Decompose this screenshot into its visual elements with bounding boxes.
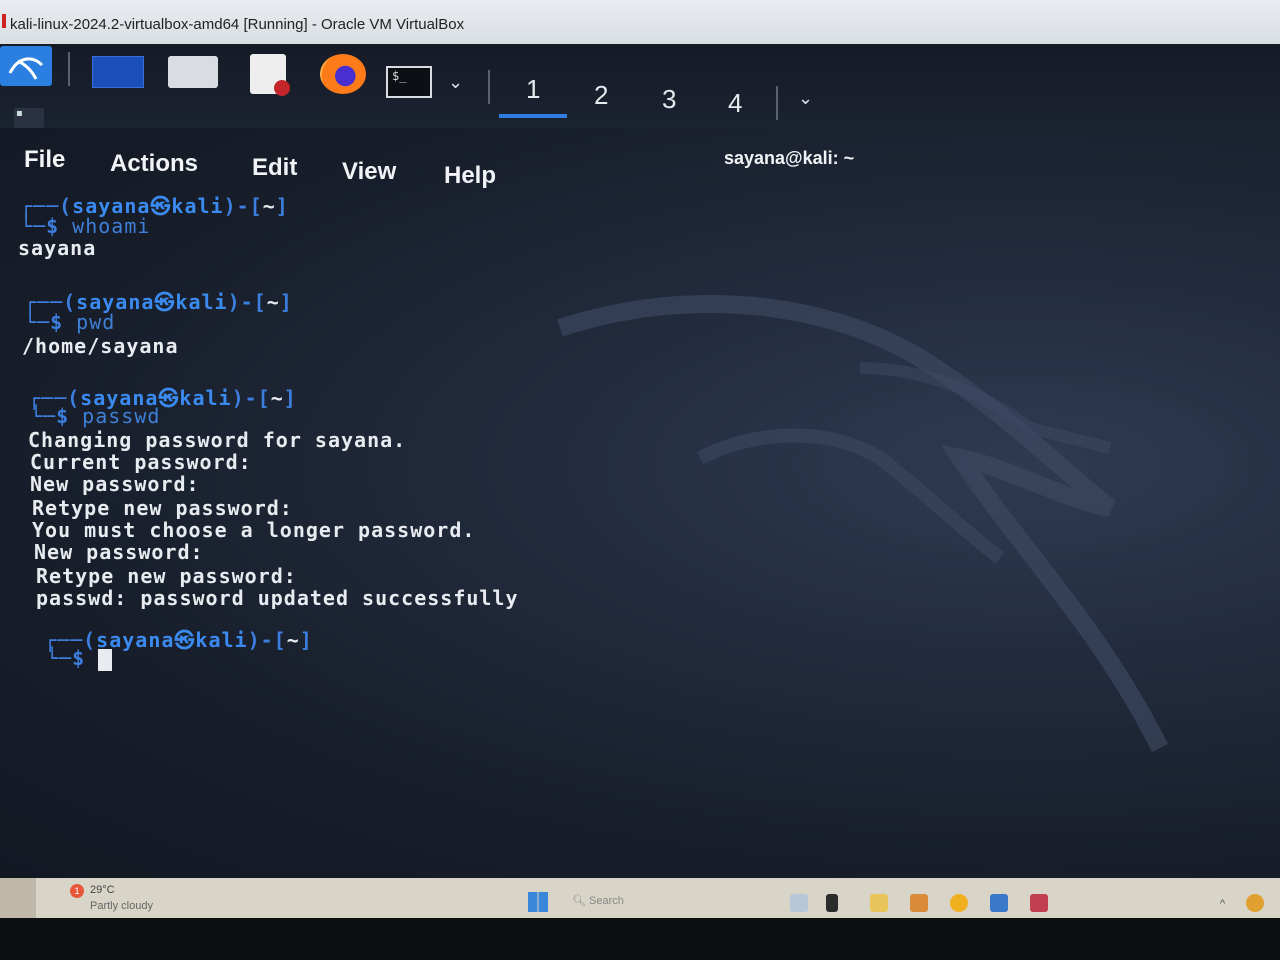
menu-file[interactable]: File <box>24 146 65 174</box>
taskbar-app-icon[interactable] <box>910 894 928 912</box>
command-text: pwd <box>76 310 116 334</box>
screen-bezel <box>0 878 36 918</box>
output-line: You must choose a longer password. <box>32 518 476 542</box>
workspace-1[interactable]: 1 <box>526 74 540 105</box>
active-workspace-indicator <box>499 114 567 118</box>
chevron-down-icon[interactable]: ⌄ <box>798 88 813 109</box>
terminal-icon[interactable]: $_ <box>386 66 432 98</box>
chevron-down-icon[interactable]: ⌄ <box>448 72 463 93</box>
screen: kali-linux-2024.2-virtualbox-amd64 [Runn… <box>0 0 1280 960</box>
output-line: passwd: password updated successfully <box>36 586 519 610</box>
text-cursor <box>98 648 113 671</box>
file-explorer-icon[interactable] <box>870 894 888 912</box>
prompt-host: kali <box>175 290 228 314</box>
prompt-host: kali <box>171 194 224 218</box>
prompt-dir: ~ <box>286 628 300 652</box>
prompt-at: ㉿ <box>174 628 196 652</box>
output-line: /home/sayana <box>22 334 179 358</box>
taskbar-app-icon[interactable] <box>1030 894 1048 912</box>
prompt-at: ㉿ <box>150 194 172 218</box>
firefox-icon[interactable] <box>320 54 366 94</box>
output-line: Retype new password: <box>32 496 293 520</box>
panel-separator <box>776 86 778 120</box>
menu-actions[interactable]: Actions <box>110 150 198 178</box>
laptop-bezel <box>0 918 1280 960</box>
panel-separator <box>488 70 490 104</box>
text-editor-icon[interactable] <box>250 54 290 96</box>
chrome-icon[interactable] <box>950 894 968 912</box>
kali-top-panel: $_ ⌄ 1 2 3 4 ⌄ ▪ <box>0 44 1280 128</box>
panel-separator <box>68 52 70 86</box>
host-taskbar: 1 29°C Partly cloudy 🔍︎ Search ^ <box>36 878 1280 918</box>
kali-menu-icon[interactable] <box>0 46 52 86</box>
command-text: whoami <box>72 214 151 238</box>
prompt-dir: ~ <box>270 386 284 410</box>
command-line: └─$ passwd <box>30 404 161 428</box>
terminal-title: sayana@kali: ~ <box>724 148 855 168</box>
window-title: kali-linux-2024.2-virtualbox-amd64 [Runn… <box>10 16 465 33</box>
output-line: sayana <box>18 236 97 260</box>
weather-badge: 1 <box>70 884 84 898</box>
chevron-up-icon[interactable]: ^ <box>1220 898 1230 910</box>
virtualbox-icon <box>2 14 6 28</box>
prompt-host: kali <box>179 386 232 410</box>
weather-temperature[interactable]: 29°C <box>90 884 115 896</box>
weather-description[interactable]: Partly cloudy <box>90 900 153 912</box>
windows-start-icon[interactable] <box>528 892 548 912</box>
command-line: └─$ pwd <box>24 310 116 334</box>
terminal-window[interactable]: File Actions Edit View Help sayana@kali:… <box>0 128 1280 878</box>
workspace-2[interactable]: 2 <box>594 80 608 111</box>
prompt-host: kali <box>195 628 248 652</box>
output-line: Changing password for sayana. <box>28 428 407 452</box>
output-line: Current password: <box>30 450 252 474</box>
taskbar-app-icon[interactable] <box>790 894 808 912</box>
output-line: New password: <box>30 472 200 496</box>
prompt-at: ㉿ <box>158 386 180 410</box>
menu-edit[interactable]: Edit <box>252 154 297 182</box>
virtualbox-title-bar: kali-linux-2024.2-virtualbox-amd64 [Runn… <box>0 0 1280 44</box>
command-text: passwd <box>82 404 161 428</box>
taskbar-search[interactable]: 🔍︎ Search <box>572 894 624 907</box>
output-line: Retype new password: <box>36 564 297 588</box>
output-line: New password: <box>34 540 204 564</box>
menu-view[interactable]: View <box>342 158 396 186</box>
files-icon[interactable] <box>168 56 218 88</box>
search-placeholder: Search <box>589 895 624 907</box>
command-line[interactable]: └─$ <box>46 646 113 671</box>
window-list-icon[interactable]: ▪ <box>14 108 44 128</box>
taskbar-app-icon[interactable] <box>826 894 838 912</box>
prompt-dir: ~ <box>266 290 280 314</box>
show-desktop-icon[interactable] <box>92 56 144 88</box>
prompt-dir: ~ <box>262 194 276 218</box>
workspace-3[interactable]: 3 <box>662 84 676 115</box>
tray-app-icon[interactable] <box>1246 894 1264 912</box>
command-line: └─$ whoami <box>20 214 151 238</box>
prompt-at: ㉿ <box>154 290 176 314</box>
workspace-4[interactable]: 4 <box>728 88 742 119</box>
virtualbox-taskbar-icon[interactable] <box>990 894 1008 912</box>
menu-help[interactable]: Help <box>444 162 496 190</box>
